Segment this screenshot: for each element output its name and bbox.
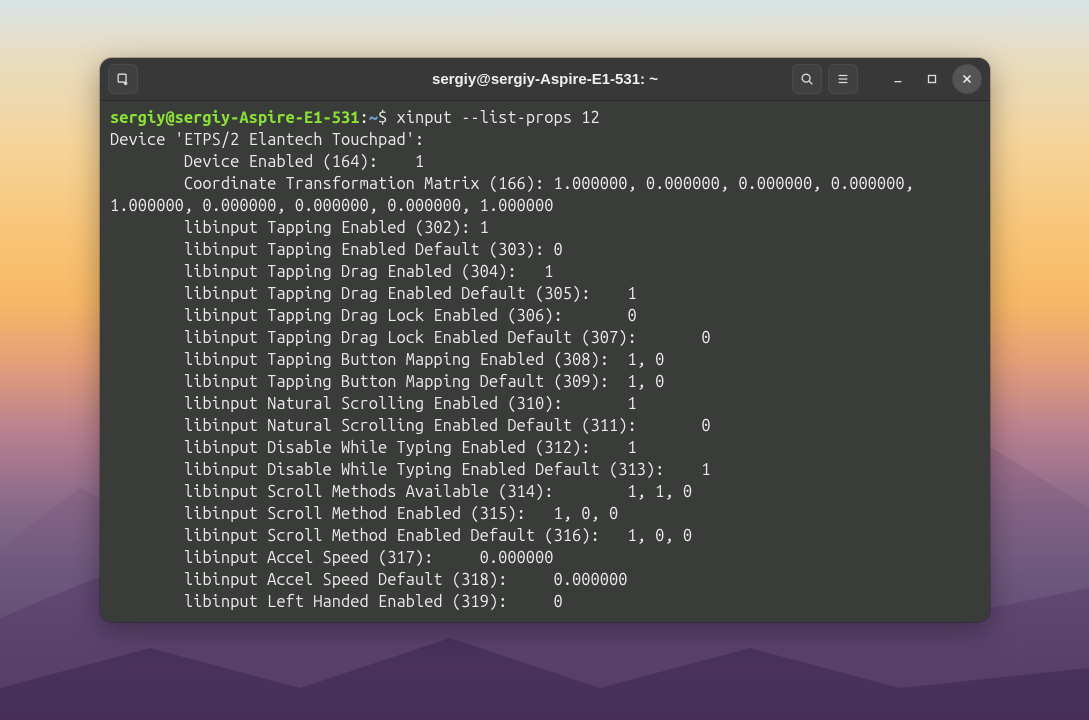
maximize-button[interactable]: [918, 65, 946, 93]
terminal-viewport[interactable]: sergiy@sergiy-Aspire-E1-531:~$ xinput --…: [100, 101, 990, 622]
desktop-background: sergiy@sergiy-Aspire-E1-531: ~: [0, 0, 1089, 720]
minimize-button[interactable]: [884, 65, 912, 93]
close-button[interactable]: [952, 64, 982, 94]
new-tab-button[interactable]: [108, 64, 138, 94]
terminal-output: sergiy@sergiy-Aspire-E1-531:~$ xinput --…: [110, 107, 980, 613]
search-button[interactable]: [792, 64, 822, 94]
menu-button[interactable]: [828, 64, 858, 94]
titlebar: sergiy@sergiy-Aspire-E1-531: ~: [100, 58, 990, 101]
terminal-window: sergiy@sergiy-Aspire-E1-531: ~: [100, 58, 990, 622]
